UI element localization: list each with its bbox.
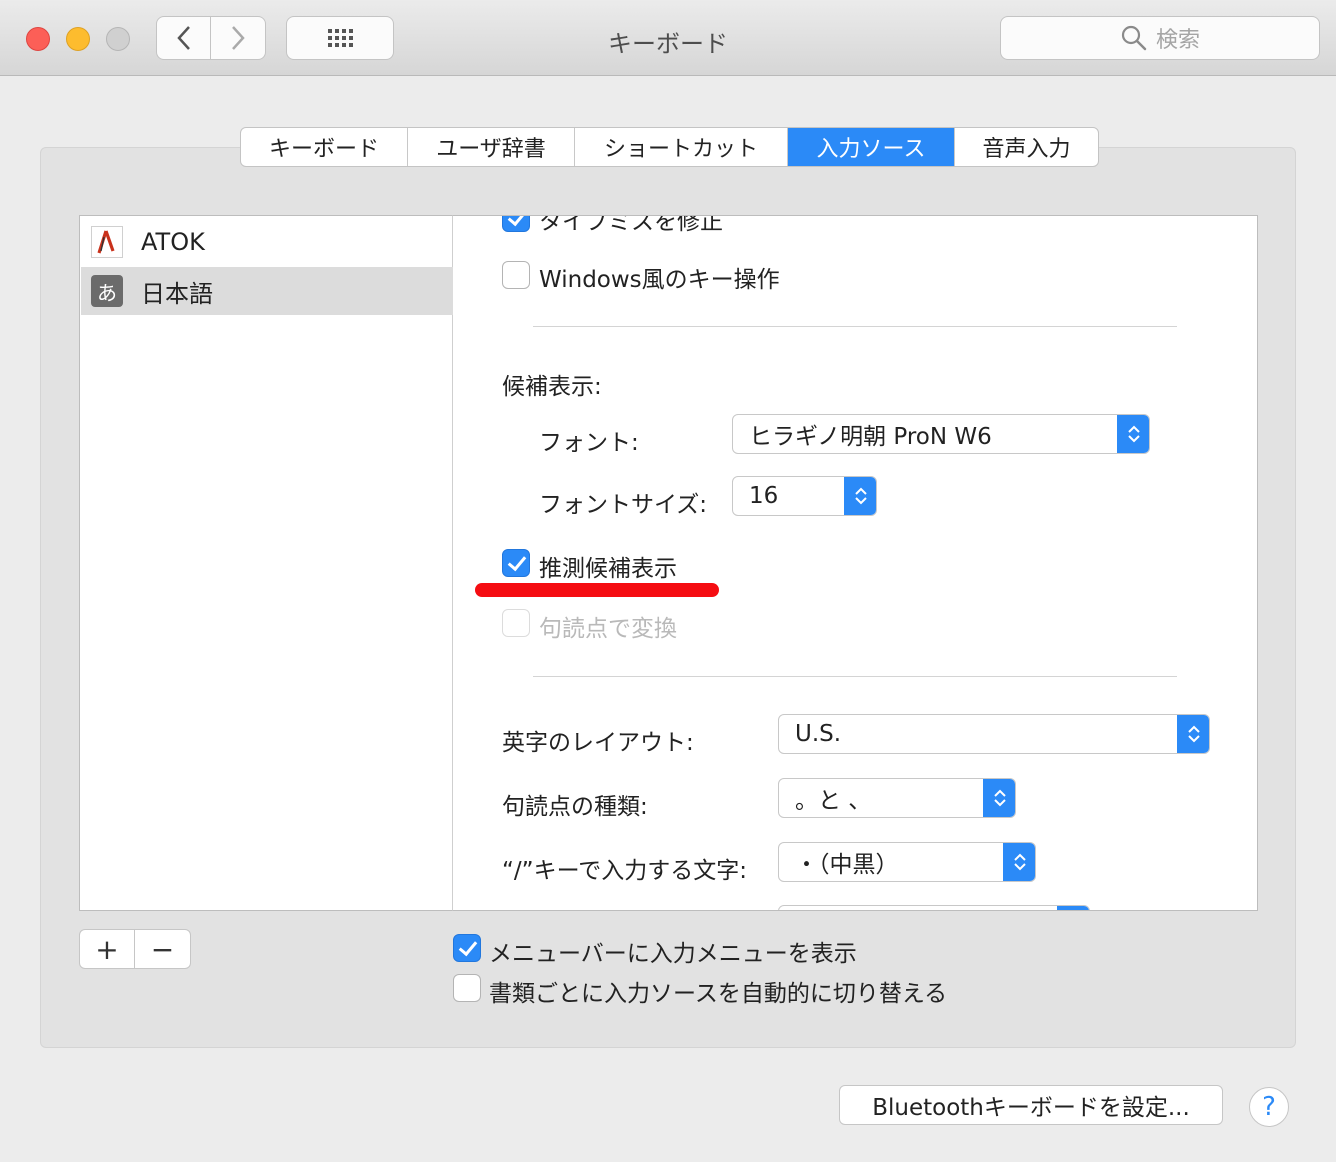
slash-key-label: “/”キーで入力する文字: <box>502 858 747 884</box>
separator <box>533 676 1177 677</box>
add-remove-control: + − <box>79 929 191 969</box>
slash-key-value: ・（中黒） <box>795 852 899 878</box>
slash-key-popup[interactable]: ・（中黒） <box>778 842 1036 882</box>
windows-keys-label: Windows風のキー操作 <box>539 267 780 293</box>
typo-correction-checkbox[interactable] <box>502 216 530 232</box>
atok-icon <box>91 226 123 258</box>
preferences-window: キーボード 検索 キーボード ユーザ辞書 ショートカット 入力ソース 音声入力 … <box>0 0 1336 1162</box>
punctuation-type-value: 。と 、 <box>795 788 872 814</box>
font-size-popup[interactable]: 16 <box>732 476 877 516</box>
list-item-japanese[interactable]: あ 日本語 <box>81 267 453 315</box>
tab-user-dictionary[interactable]: ユーザ辞書 <box>408 128 575 166</box>
show-input-menu-checkbox[interactable] <box>453 934 481 962</box>
tab-keyboard[interactable]: キーボード <box>241 128 408 166</box>
auto-switch-source-checkbox[interactable] <box>453 974 481 1002</box>
show-input-menu-label: メニューバーに入力メニューを表示 <box>489 941 857 967</box>
remove-source-button[interactable]: − <box>135 930 190 968</box>
search-placeholder: 検索 <box>1155 28 1200 53</box>
cut-off-popup[interactable] <box>778 905 1090 910</box>
windows-keys-checkbox[interactable] <box>502 261 530 289</box>
popup-stepper-icon <box>1177 715 1209 753</box>
predictive-candidates-checkbox[interactable] <box>502 549 530 577</box>
font-value: ヒラギノ明朝 ProN W6 <box>749 424 992 450</box>
tab-bar: キーボード ユーザ辞書 ショートカット 入力ソース 音声入力 <box>240 127 1099 167</box>
search-icon <box>1121 25 1147 51</box>
popup-stepper-icon <box>983 779 1015 817</box>
search-field[interactable]: 検索 <box>1000 16 1320 60</box>
popup-stepper-icon <box>1057 906 1089 910</box>
help-button[interactable]: ? <box>1249 1087 1289 1127</box>
font-size-label: フォントサイズ: <box>539 492 708 518</box>
typo-correction-label: タイプミスを修正 <box>539 215 723 235</box>
popup-stepper-icon <box>1003 843 1035 881</box>
layout-popup[interactable]: U.S. <box>778 714 1210 754</box>
red-highlight-underline <box>475 583 719 597</box>
popup-stepper-icon <box>1117 415 1149 453</box>
tab-dictation[interactable]: 音声入力 <box>955 128 1098 166</box>
punctuation-convert-label: 句読点で変換 <box>539 616 677 642</box>
source-label: 日本語 <box>141 279 213 308</box>
punctuation-convert-checkbox <box>502 609 530 637</box>
predictive-candidates-label: 推測候補表示 <box>539 556 677 582</box>
popup-stepper-icon <box>844 477 876 515</box>
input-source-options[interactable]: タイプミスを修正 Windows風のキー操作 候補表示: フォント: ヒラギノ明… <box>453 215 1258 911</box>
titlebar: キーボード 検索 <box>0 0 1336 76</box>
font-size-value: 16 <box>749 483 779 509</box>
auto-switch-source-label: 書類ごとに入力ソースを自動的に切り替える <box>489 981 948 1007</box>
japanese-hiragana-icon: あ <box>91 275 123 307</box>
setup-bluetooth-keyboard-button[interactable]: Bluetoothキーボードを設定... <box>839 1085 1223 1125</box>
layout-label: 英字のレイアウト: <box>502 730 694 756</box>
candidates-heading: 候補表示: <box>502 374 602 400</box>
font-popup[interactable]: ヒラギノ明朝 ProN W6 <box>732 414 1150 454</box>
source-label: ATOK <box>141 228 205 256</box>
punctuation-type-label: 句読点の種類: <box>502 794 648 820</box>
input-source-list[interactable]: ATOK あ 日本語 <box>79 215 453 911</box>
add-source-button[interactable]: + <box>80 930 136 968</box>
separator <box>533 326 1177 327</box>
font-label: フォント: <box>539 430 639 456</box>
list-item-atok[interactable]: ATOK <box>81 218 453 266</box>
layout-value: U.S. <box>795 721 842 747</box>
tab-input-sources[interactable]: 入力ソース <box>788 128 955 166</box>
punctuation-type-popup[interactable]: 。と 、 <box>778 778 1016 818</box>
tab-shortcuts[interactable]: ショートカット <box>575 128 788 166</box>
